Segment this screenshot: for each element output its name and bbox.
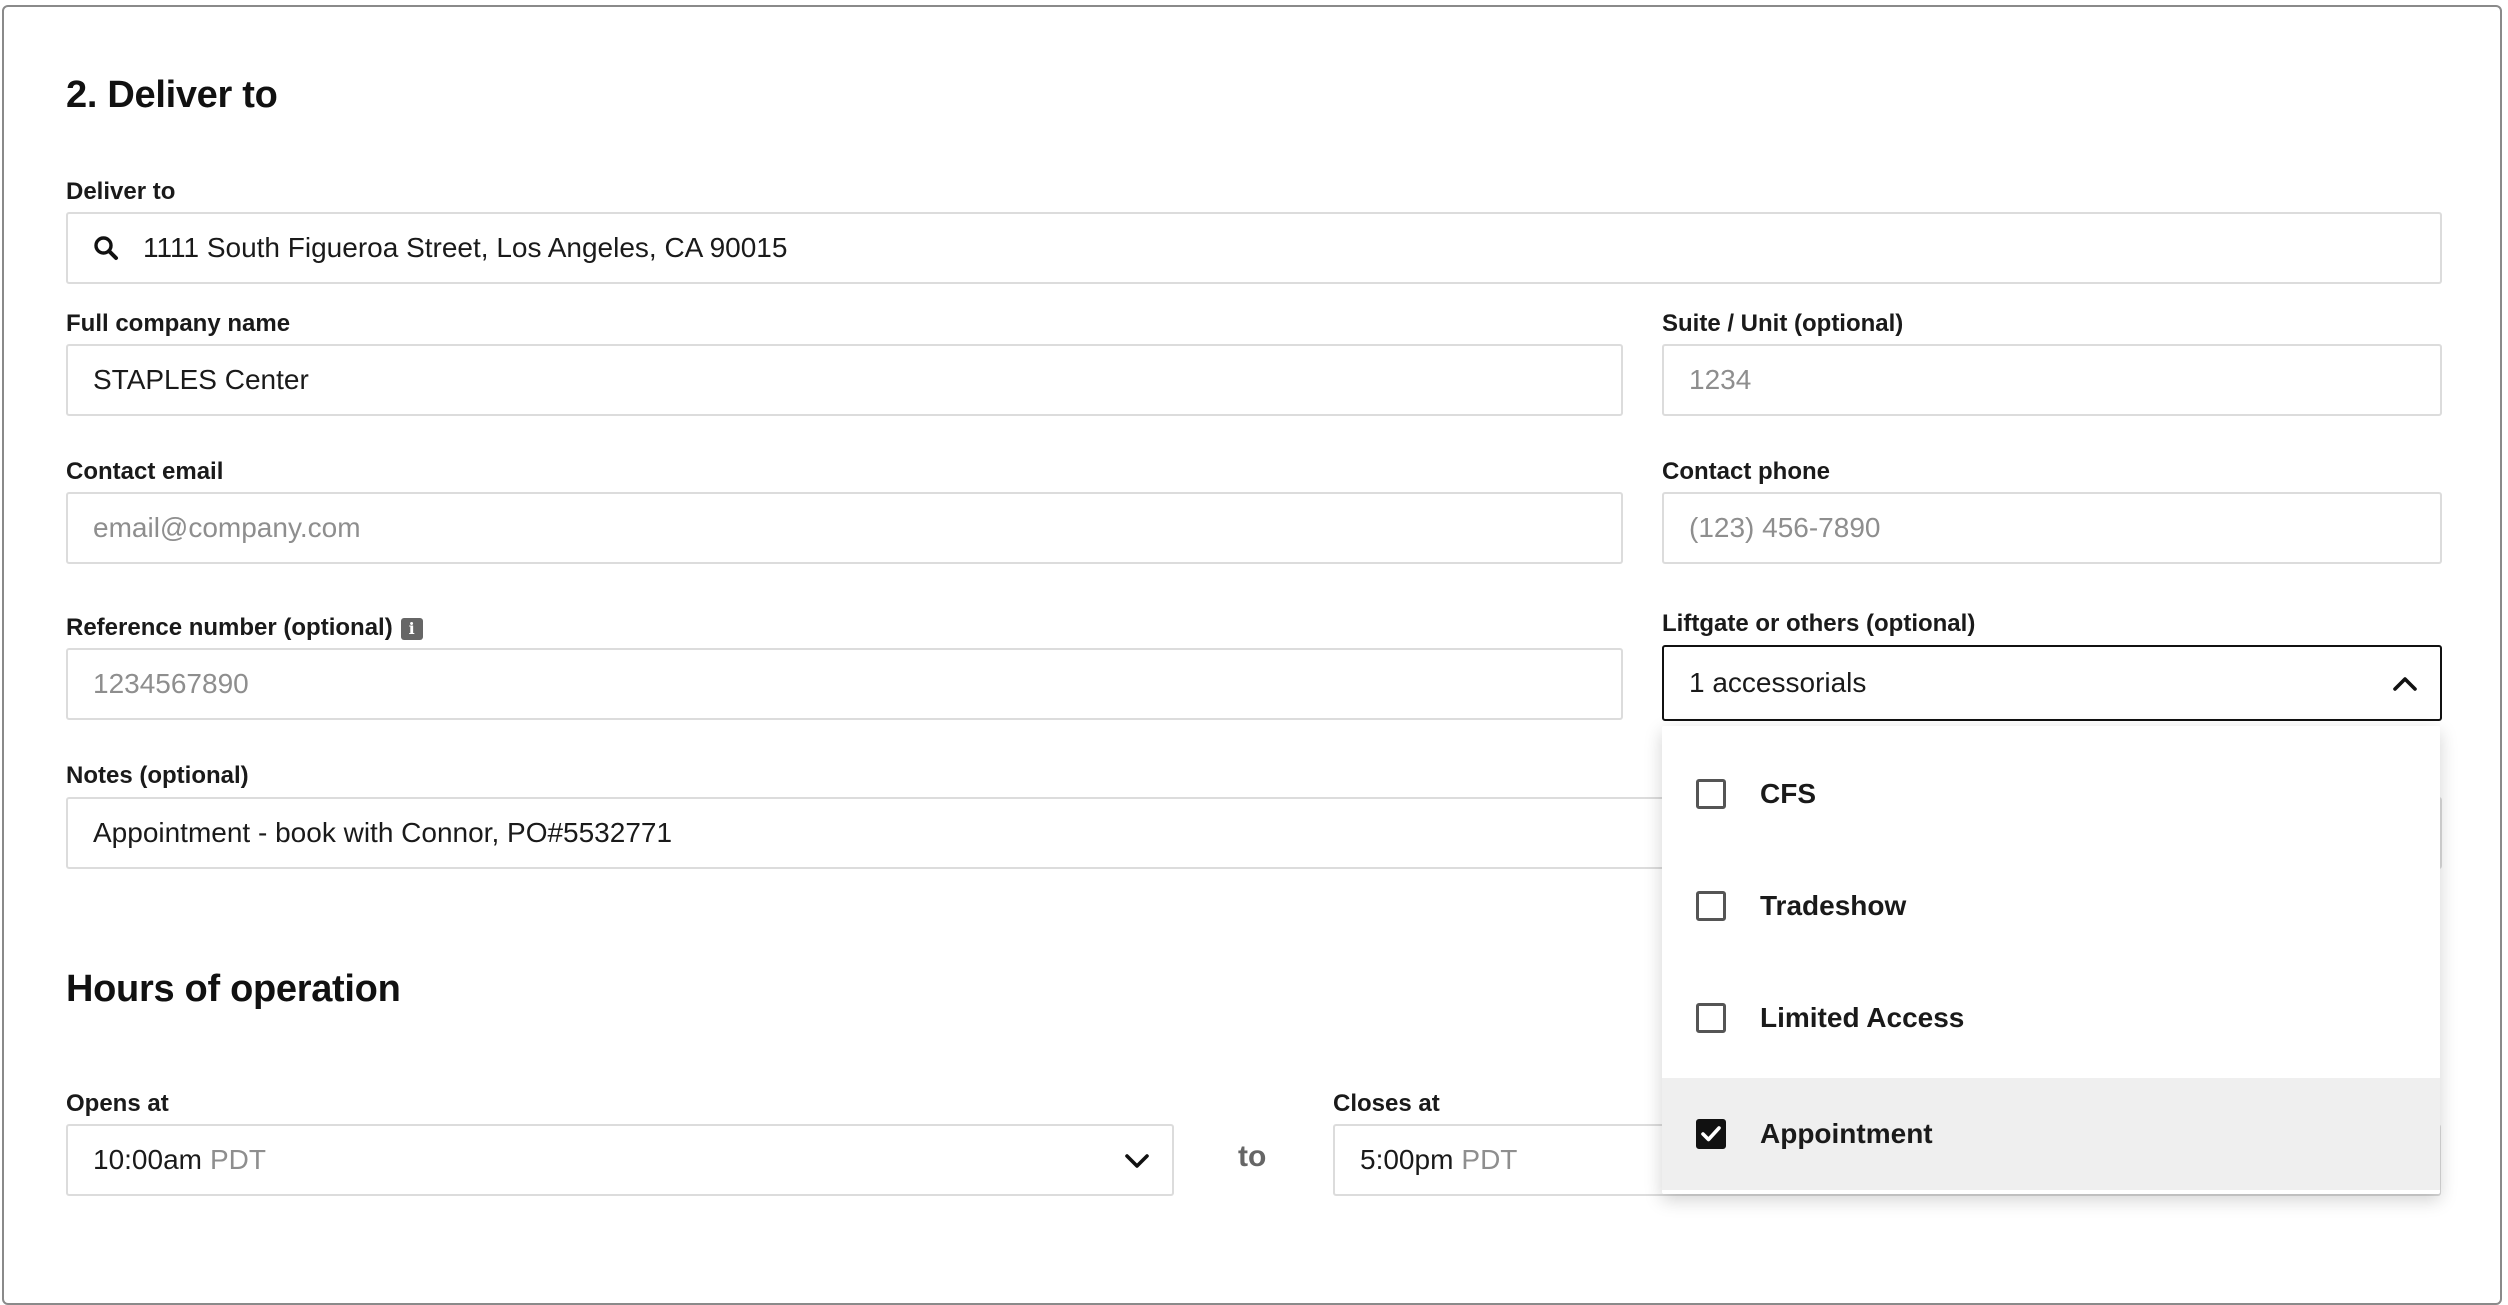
option-cfs[interactable]: CFS	[1662, 738, 2440, 850]
company-name-value: STAPLES Center	[93, 364, 309, 395]
closes-time: 5:00pm	[1360, 1144, 1454, 1175]
notes-value: Appointment - book with Connor, PO#55327…	[93, 817, 673, 848]
option-label: Limited Access	[1760, 1002, 1965, 1033]
accessorials-value: 1 accessorials	[1689, 667, 1867, 698]
option-label: CFS	[1760, 778, 1816, 809]
checkmark-icon	[1701, 1126, 1721, 1142]
info-icon[interactable]: i	[400, 617, 423, 640]
deliver-to-value: 1111 South Figueroa Street, Los Angeles,…	[143, 232, 788, 263]
email-field[interactable]: email@company.com	[66, 492, 1623, 564]
checkbox-cfs[interactable]	[1696, 779, 1726, 809]
chevron-down-icon	[1122, 1146, 1152, 1176]
opens-label: Opens at	[66, 1090, 169, 1117]
accessorials-label: Liftgate or others (optional)	[1662, 610, 1976, 637]
opens-time: 10:00am	[93, 1144, 202, 1175]
accessorials-select[interactable]: 1 accessorials	[1662, 645, 2442, 721]
reference-label-group: Reference number (optional) i	[66, 614, 423, 642]
opens-timezone: PDT	[209, 1144, 266, 1175]
option-label: Appointment	[1760, 1118, 1933, 1149]
notes-label: Notes (optional)	[66, 762, 249, 789]
reference-label: Reference number (optional)	[66, 614, 393, 641]
closes-timezone: PDT	[1461, 1144, 1518, 1175]
search-icon	[93, 235, 123, 261]
suite-input[interactable]: 1234	[1662, 344, 2442, 416]
section-title: 2. Deliver to	[66, 74, 278, 116]
checkbox-appointment[interactable]	[1696, 1119, 1726, 1149]
chevron-up-icon	[2390, 669, 2420, 699]
email-label: Contact email	[66, 458, 224, 485]
suite-label: Suite / Unit (optional)	[1662, 310, 1904, 337]
accessorials-dropdown-menu: CFS Tradeshow Limited Access Appointment	[1662, 726, 2440, 1194]
deliver-to-search-input[interactable]: 1111 South Figueroa Street, Los Angeles,…	[66, 212, 2442, 284]
option-tradeshow[interactable]: Tradeshow	[1662, 850, 2440, 962]
checkbox-tradeshow[interactable]	[1696, 891, 1726, 921]
option-label: Tradeshow	[1760, 890, 1907, 921]
hours-title: Hours of operation	[66, 968, 401, 1010]
email-placeholder: email@company.com	[93, 512, 361, 543]
closes-label: Closes at	[1333, 1090, 1440, 1117]
company-name-input[interactable]: STAPLES Center	[66, 344, 1623, 416]
phone-label: Contact phone	[1662, 458, 1830, 485]
option-appointment[interactable]: Appointment	[1662, 1078, 2440, 1190]
phone-field[interactable]: (123) 456-7890	[1662, 492, 2442, 564]
option-limited-access[interactable]: Limited Access	[1662, 962, 2440, 1074]
opens-at-select[interactable]: 10:00am PDT	[66, 1124, 1174, 1196]
reference-placeholder: 1234567890	[93, 668, 249, 699]
reference-input[interactable]: 1234567890	[66, 648, 1623, 720]
phone-placeholder: (123) 456-7890	[1689, 512, 1881, 543]
deliver-to-label: Deliver to	[66, 178, 176, 205]
to-separator: to	[1238, 1140, 1267, 1173]
checkbox-limited-access[interactable]	[1696, 1003, 1726, 1033]
suite-placeholder: 1234	[1689, 364, 1752, 395]
company-label: Full company name	[66, 310, 291, 337]
